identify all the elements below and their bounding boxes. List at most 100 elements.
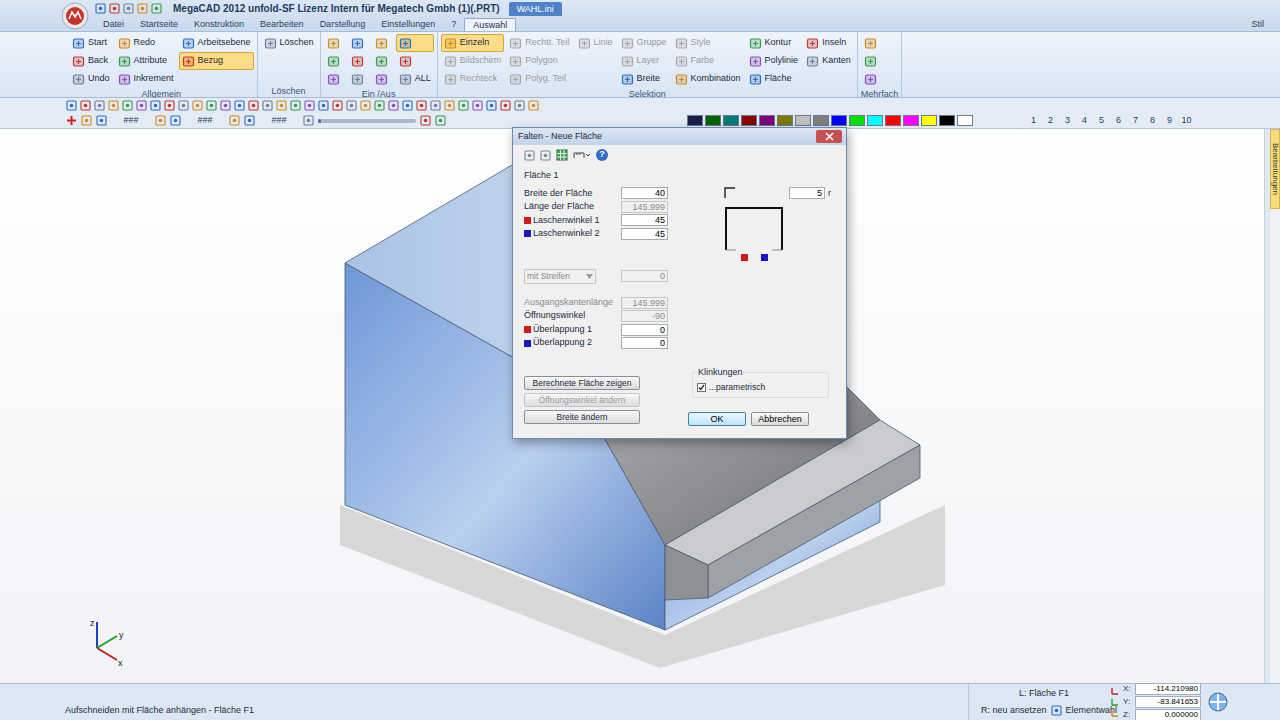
tool-icon[interactable] xyxy=(346,100,357,111)
value-input[interactable]: 45 xyxy=(621,228,668,240)
ribbon-button[interactable]: Undo xyxy=(69,70,113,88)
tool-icon[interactable] xyxy=(458,100,469,111)
layer-button[interactable]: 4 xyxy=(1076,114,1093,128)
tool-icon[interactable] xyxy=(290,100,301,111)
ribbon-button[interactable]: ALL xyxy=(396,70,434,88)
ribbon-button[interactable]: Style xyxy=(672,34,744,52)
ribbon-button[interactable]: Polylinie xyxy=(746,52,802,70)
tool-icon[interactable] xyxy=(360,100,371,111)
quick-access-icon[interactable] xyxy=(137,3,148,14)
close-icon[interactable] xyxy=(816,130,842,143)
layer-button[interactable]: 10 xyxy=(1178,114,1195,128)
navigation-icon[interactable] xyxy=(1207,684,1229,720)
ribbon-icon-button[interactable] xyxy=(861,34,883,52)
tool-icon[interactable] xyxy=(136,100,147,111)
tool-icon[interactable] xyxy=(420,115,431,126)
ribbon-icon-button[interactable] xyxy=(372,34,394,52)
ribbon-button[interactable]: Fläche xyxy=(746,70,802,88)
value-input[interactable]: 40 xyxy=(621,187,668,199)
layer-button[interactable]: 2 xyxy=(1042,114,1059,128)
quick-access-icon[interactable] xyxy=(123,3,134,14)
ribbon-icon-button[interactable] xyxy=(348,52,370,70)
style-label[interactable]: Stil xyxy=(1251,18,1280,31)
tool-icon[interactable] xyxy=(514,100,525,111)
tool-icon[interactable] xyxy=(528,100,539,111)
side-tab[interactable]: Bearbeitungen xyxy=(1270,129,1280,209)
layer-button[interactable]: 8 xyxy=(1144,114,1161,128)
dialog-title-bar[interactable]: Falten - Neue Fläche xyxy=(513,128,846,145)
cancel-button[interactable]: Abbrechen xyxy=(751,412,809,426)
tool-icon[interactable] xyxy=(318,100,329,111)
tool-icon[interactable] xyxy=(178,100,189,111)
tool-icon[interactable] xyxy=(430,100,441,111)
menu-tab[interactable]: Startseite xyxy=(132,18,186,31)
layer-button[interactable]: 9 xyxy=(1161,114,1178,128)
tool-icon[interactable] xyxy=(108,100,119,111)
help-button[interactable]: ? xyxy=(596,149,608,161)
ribbon-icon-button[interactable] xyxy=(861,52,883,70)
menu-tab[interactable]: Auswahl xyxy=(464,18,516,31)
ribbon-icon-button[interactable] xyxy=(348,70,370,88)
ribbon-button[interactable]: Löschen xyxy=(261,34,317,52)
tool-icon[interactable] xyxy=(220,100,231,111)
ribbon-button[interactable]: Kontur xyxy=(746,34,802,52)
ribbon-button[interactable]: Rechtt. Teil xyxy=(506,34,572,52)
tool-icon[interactable] xyxy=(155,115,166,126)
select-icon[interactable] xyxy=(1051,705,1062,716)
slider-track[interactable] xyxy=(318,119,416,123)
ribbon-icon-button[interactable] xyxy=(396,52,434,70)
value-input[interactable]: 0 xyxy=(621,324,668,336)
table-icon[interactable] xyxy=(556,149,568,161)
checkbox-row[interactable]: ...parametrisch xyxy=(697,381,824,394)
color-swatch[interactable] xyxy=(723,115,739,126)
menu-tab[interactable]: Einstellungen xyxy=(373,18,443,31)
layer-button[interactable]: 6 xyxy=(1110,114,1127,128)
ribbon-button[interactable]: Breite xyxy=(618,70,670,88)
layer-button[interactable]: 1 xyxy=(1025,114,1042,128)
value-field[interactable]: ### xyxy=(111,114,151,128)
value-field[interactable]: ### xyxy=(259,114,299,128)
menu-tab[interactable]: Konstruktion xyxy=(186,18,252,31)
paste-icon[interactable] xyxy=(540,150,551,161)
context-tab[interactable]: WAHL.ini xyxy=(509,2,562,16)
ribbon-button[interactable]: Back xyxy=(69,52,113,70)
color-swatch[interactable] xyxy=(759,115,775,126)
tool-icon[interactable] xyxy=(486,100,497,111)
tool-icon[interactable] xyxy=(402,100,413,111)
value-input[interactable]: 0 xyxy=(621,337,668,349)
ribbon-button[interactable]: Bezug xyxy=(179,52,254,70)
color-swatch[interactable] xyxy=(777,115,793,126)
tool-icon[interactable] xyxy=(332,100,343,111)
color-swatch[interactable] xyxy=(957,115,973,126)
dialog-button[interactable]: Breite ändern xyxy=(524,410,640,424)
ribbon-button[interactable]: Gruppe xyxy=(618,34,670,52)
radius-input[interactable]: 5 xyxy=(789,187,825,199)
tool-icon[interactable] xyxy=(164,100,175,111)
ribbon-button[interactable]: Redo xyxy=(115,34,177,52)
ribbon-icon-button[interactable] xyxy=(396,34,434,52)
tool-icon[interactable] xyxy=(122,100,133,111)
ribbon-button[interactable]: Polyg. Teil xyxy=(506,70,572,88)
layer-button[interactable]: 3 xyxy=(1059,114,1076,128)
tool-icon[interactable] xyxy=(500,100,511,111)
dialog-button[interactable]: Berechnete Fläche zeigen xyxy=(524,376,640,390)
color-swatch[interactable] xyxy=(831,115,847,126)
ribbon-button[interactable]: Linie xyxy=(575,34,616,52)
tool-icon[interactable] xyxy=(192,100,203,111)
ribbon-button[interactable]: Einzeln xyxy=(441,34,505,52)
tool-icon[interactable] xyxy=(80,100,91,111)
tool-icon[interactable] xyxy=(388,100,399,111)
color-swatch[interactable] xyxy=(867,115,883,126)
tool-icon[interactable] xyxy=(262,100,273,111)
tool-icon[interactable] xyxy=(248,100,259,111)
tool-icon[interactable] xyxy=(304,100,315,111)
ribbon-button[interactable]: Inkrement xyxy=(115,70,177,88)
menu-tab[interactable]: Bearbeiten xyxy=(252,18,312,31)
snap-icon[interactable] xyxy=(66,115,77,126)
ribbon-button[interactable]: Start xyxy=(69,34,113,52)
ribbon-button[interactable]: Kombination xyxy=(672,70,744,88)
tool-icon[interactable] xyxy=(374,100,385,111)
tool-icon[interactable] xyxy=(234,100,245,111)
tool-icon[interactable] xyxy=(81,115,92,126)
quick-access-icon[interactable] xyxy=(109,3,120,14)
